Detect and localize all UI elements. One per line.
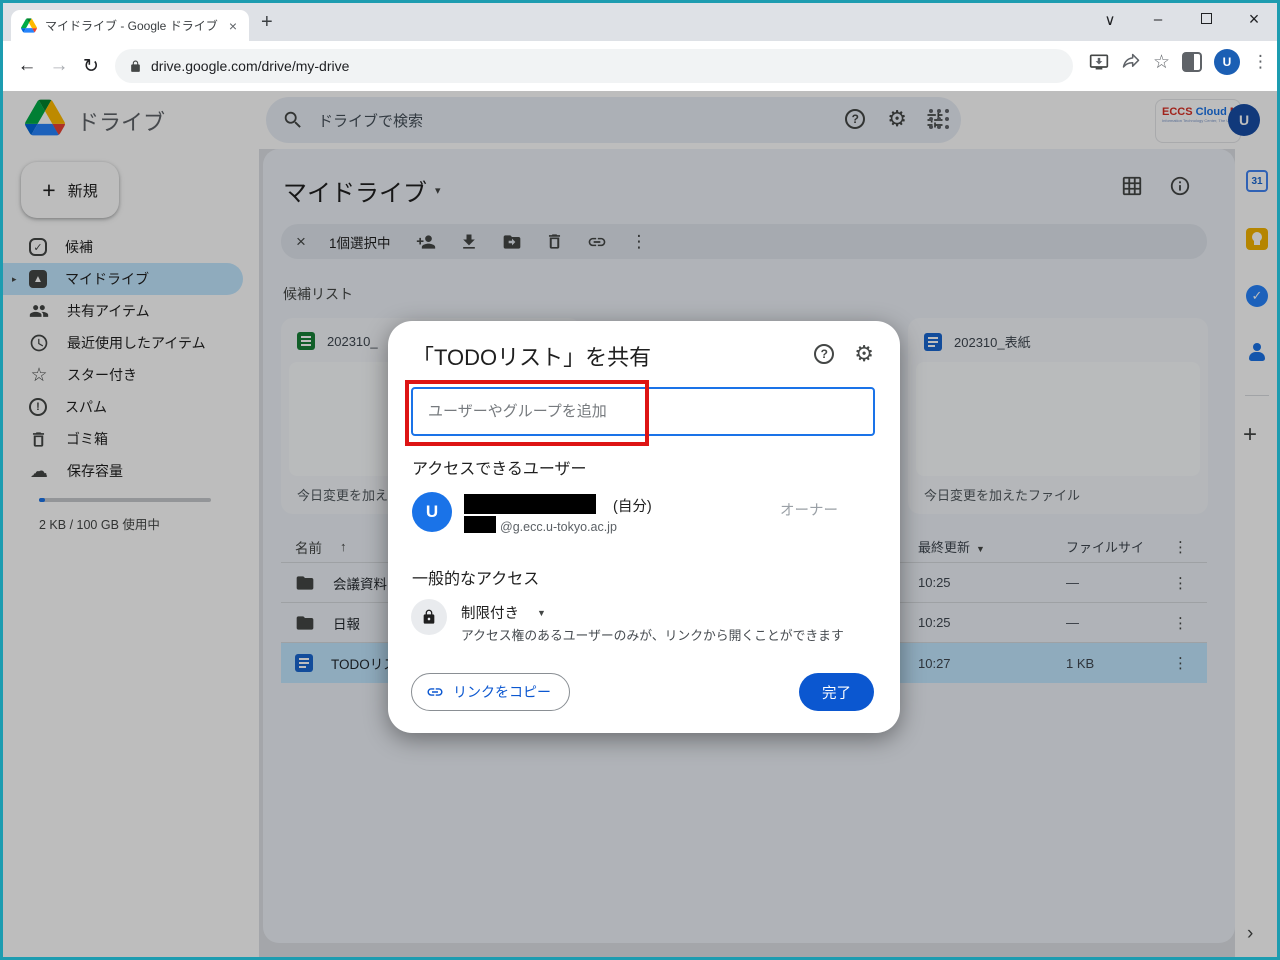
browser-avatar[interactable]: U: [1214, 49, 1240, 75]
access-level-description: アクセス権のあるユーザーのみが、リンクから開くことができます: [461, 628, 844, 643]
window-controls: ∨ – ×: [1101, 9, 1263, 30]
access-section-label: アクセスできるユーザー: [412, 461, 587, 478]
new-tab-button[interactable]: +: [261, 11, 273, 34]
drive-favicon: [21, 18, 37, 33]
copy-link-label: リンクをコピー: [453, 684, 551, 700]
browser-tab[interactable]: マイドライブ - Google ドライブ ×: [11, 10, 249, 41]
install-icon[interactable]: [1089, 52, 1109, 72]
dialog-help-icon[interactable]: ?: [814, 344, 835, 364]
copy-link-button[interactable]: リンクをコピー: [411, 673, 570, 711]
owner-avatar: U: [412, 492, 452, 532]
lock-circle: [411, 599, 447, 635]
screen: マイドライブ - Google ドライブ × + ∨ – × ← → ↻ dri…: [0, 0, 1280, 960]
forward-icon: →: [49, 55, 69, 76]
browser-tab-strip: マイドライブ - Google ドライブ × + ∨ – ×: [3, 3, 1277, 41]
bookmark-star-icon[interactable]: ☆: [1153, 51, 1170, 74]
owner-role-label: オーナー: [780, 503, 838, 519]
toolbar-icons: ☆ U ⋮: [1089, 49, 1269, 75]
dialog-settings-icon[interactable]: ⚙: [854, 343, 874, 365]
browser-menu-icon[interactable]: ⋮: [1252, 52, 1269, 72]
tab-close-icon[interactable]: ×: [225, 18, 241, 34]
general-access-label: 一般的なアクセス: [412, 571, 540, 588]
url-text: drive.google.com/drive/my-drive: [151, 58, 350, 74]
redacted-owner-name: [464, 494, 596, 514]
window-maximize-icon[interactable]: [1197, 11, 1215, 28]
reload-icon[interactable]: ↻: [75, 55, 107, 78]
share-icon[interactable]: [1121, 52, 1141, 72]
lock-icon: [423, 609, 435, 624]
window-menu-chevron-icon[interactable]: ∨: [1101, 11, 1119, 29]
side-panel-icon[interactable]: [1182, 52, 1202, 72]
owner-row[interactable]: U (自分) @g.ecc.u-tokyo.ac.jp オーナー: [412, 491, 876, 547]
tab-title: マイドライブ - Google ドライブ: [45, 19, 218, 33]
owner-email: @g.ecc.u-tokyo.ac.jp: [500, 520, 617, 534]
link-icon: [427, 688, 443, 696]
annotation-highlight-box: [405, 380, 649, 446]
access-level-dropdown[interactable]: 制限付き ▼: [461, 602, 761, 623]
owner-self-label: (自分): [613, 499, 652, 515]
redacted-email-prefix: [464, 516, 496, 533]
window-minimize-icon[interactable]: –: [1149, 11, 1167, 28]
back-icon[interactable]: ←: [11, 55, 43, 77]
general-access-row: 制限付き ▼ アクセス権のあるユーザーのみが、リンクから開くことができます: [411, 599, 844, 643]
window-close-icon[interactable]: ×: [1245, 9, 1263, 30]
dropdown-caret-icon: ▼: [537, 607, 546, 618]
lock-icon: [131, 60, 140, 72]
dialog-title: 「TODOリスト」を共有: [412, 345, 652, 370]
url-bar[interactable]: drive.google.com/drive/my-drive: [115, 49, 1073, 83]
done-button[interactable]: 完了: [799, 673, 874, 711]
